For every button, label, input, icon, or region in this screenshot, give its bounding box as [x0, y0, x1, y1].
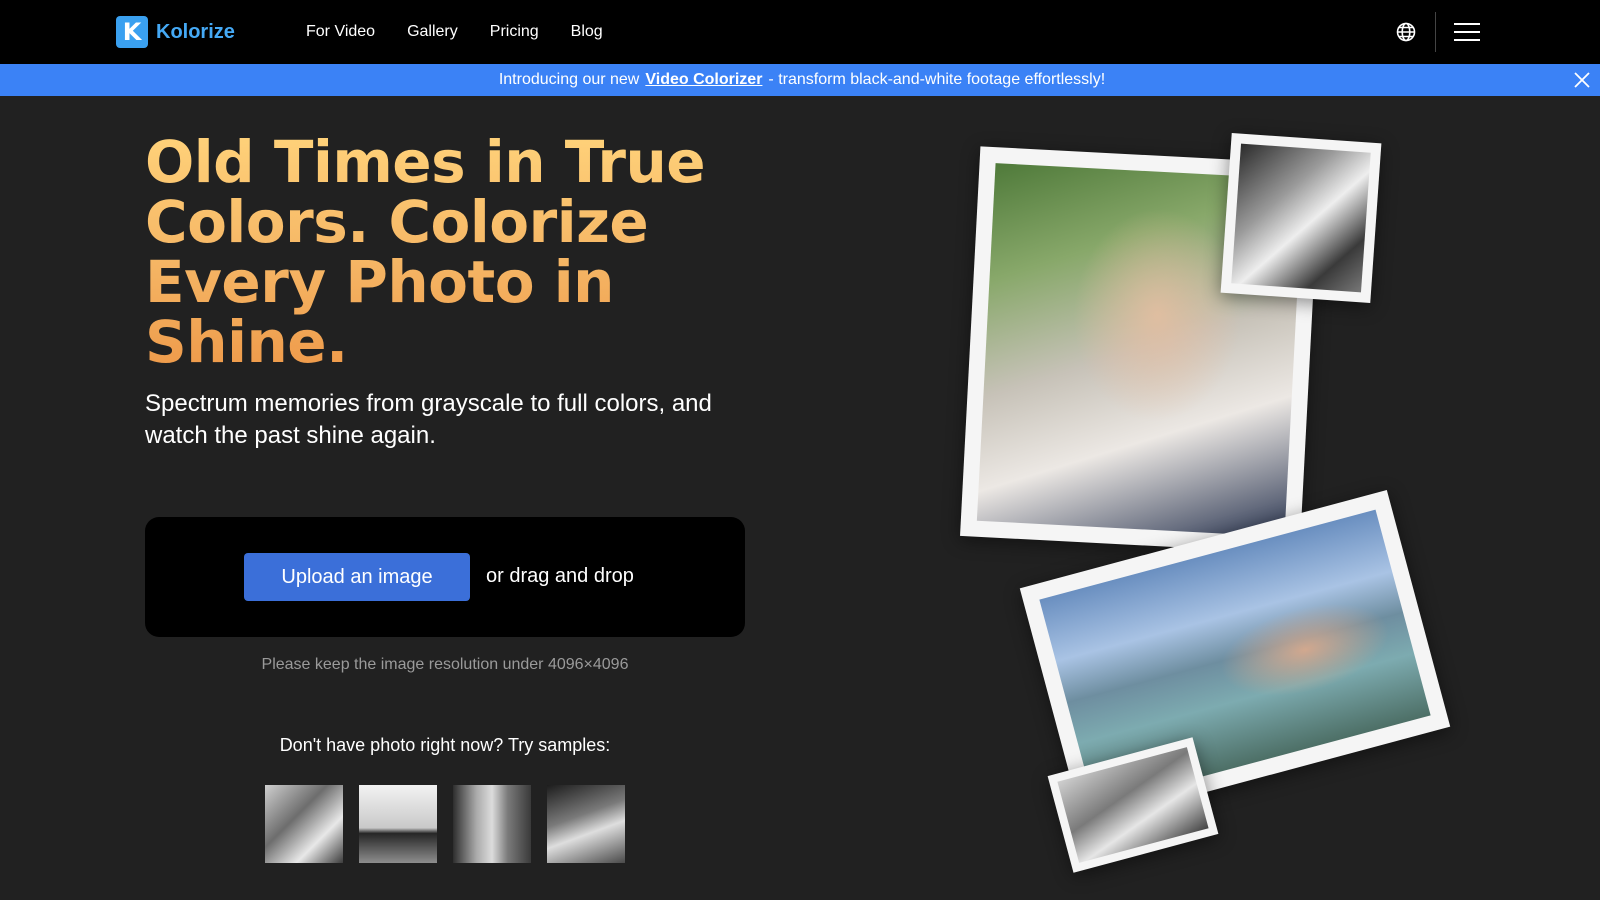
nav-link-blog[interactable]: Blog [571, 23, 603, 41]
announcement-banner: Introducing our new Video Colorizer - tr… [0, 64, 1600, 96]
upload-image-button[interactable]: Upload an image [244, 553, 470, 601]
banner-text-after: - transform black-and-white footage effo… [768, 71, 1106, 88]
top-navigation-bar: K Kolorize For Video Gallery Pricing Blo… [0, 0, 1600, 64]
main-nav: For Video Gallery Pricing Blog [306, 0, 603, 64]
sample-image-3[interactable] [453, 785, 531, 863]
samples-title: Don't have photo right now? Try samples: [279, 735, 611, 755]
sample-image-1[interactable] [265, 785, 343, 863]
drag-drop-text: or drag and drop [486, 565, 634, 587]
logo-link[interactable]: K Kolorize [116, 16, 235, 48]
sample-image-4[interactable] [547, 785, 625, 863]
hero-subtitle: Spectrum memories from grayscale to full… [145, 390, 712, 449]
banner-text-before: Introducing our new [498, 71, 640, 88]
hamburger-menu-icon[interactable] [1454, 20, 1482, 44]
nav-link-pricing[interactable]: Pricing [490, 23, 539, 41]
hero-title: Old Times in True Colors. Colorize Every… [145, 132, 765, 372]
globe-icon[interactable] [1396, 22, 1416, 42]
logo-text: Kolorize [156, 20, 235, 43]
nav-link-gallery[interactable]: Gallery [407, 23, 458, 41]
video-colorizer-link[interactable]: Video Colorizer [645, 71, 762, 89]
upload-dropzone[interactable]: Upload an image or drag and drop [145, 517, 745, 637]
collage-photo-wedding-bw [1220, 132, 1382, 304]
sample-image-2[interactable] [359, 785, 437, 863]
resolution-note: Please keep the image resolution under 4… [261, 656, 629, 673]
logo-mark: K [116, 16, 148, 48]
close-icon[interactable] [1572, 70, 1592, 90]
nav-link-for-video[interactable]: For Video [306, 23, 375, 41]
sample-images [265, 785, 625, 863]
nav-divider [1435, 12, 1436, 52]
